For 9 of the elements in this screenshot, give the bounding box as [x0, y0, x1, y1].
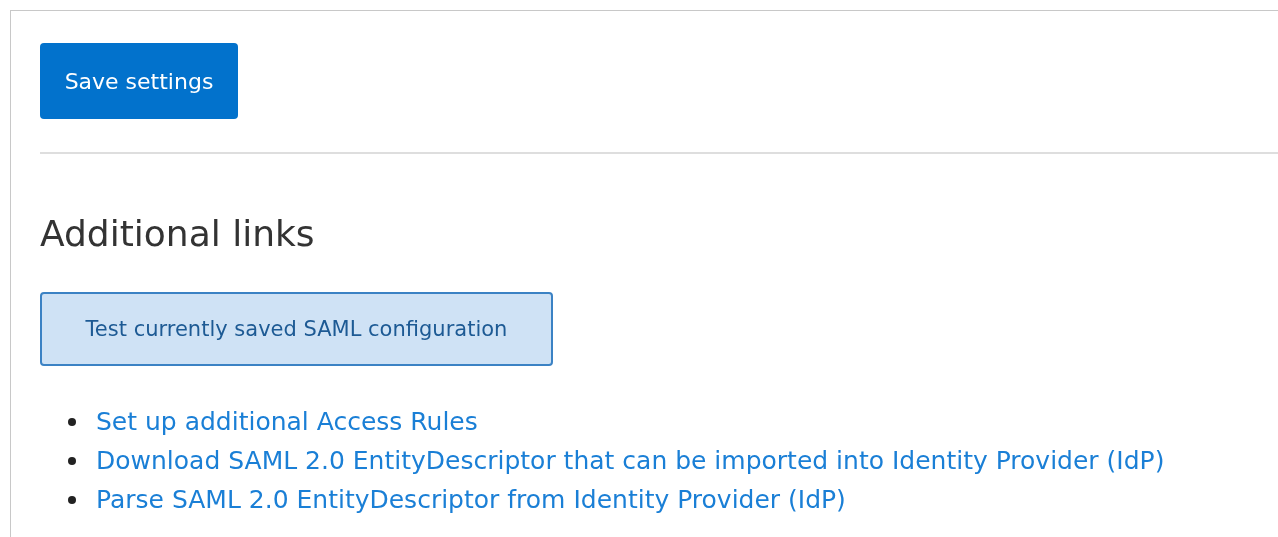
link[interactable]: Parse SAML 2.0 EntityDescriptor from Identity Provider (IdP): [96, 485, 846, 514]
section-heading: Additional links: [40, 212, 316, 256]
save-button[interactable]: Save settings: [40, 43, 238, 119]
bullet-icon: [68, 495, 76, 504]
link[interactable]: Set up additional Access Rules: [96, 407, 478, 436]
bullet-icon: [68, 456, 76, 465]
bullet-icon: [68, 417, 76, 426]
link[interactable]: Download SAML 2.0 EntityDescriptor that can be imported into Identity Provider (IdP): [96, 446, 1165, 475]
test-configuration-button[interactable]: Test currently saved SAML configuration: [40, 292, 553, 366]
